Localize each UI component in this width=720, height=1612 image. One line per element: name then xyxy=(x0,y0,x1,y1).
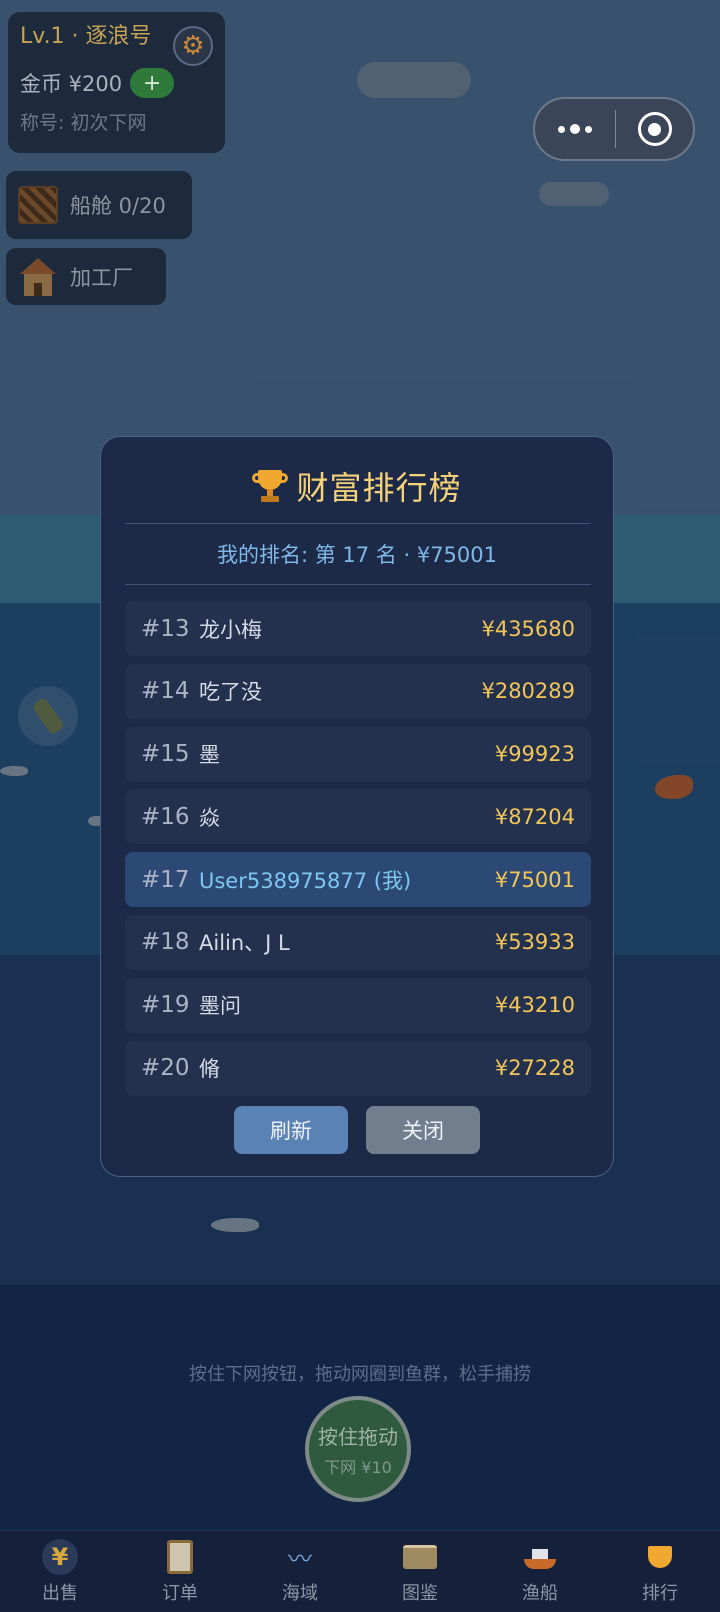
tab-fishing-boat[interactable]: 渔船 xyxy=(480,1531,600,1612)
coins-row: 金币 ¥200 + xyxy=(20,68,213,98)
rank-row: #20 脩 ¥27228 xyxy=(125,1040,591,1096)
cast-net-button[interactable]: 按住拖动 下网 ¥10 xyxy=(305,1396,411,1502)
factory-button[interactable]: 加工厂 xyxy=(6,248,166,305)
rank-list: #13 龙小梅 ¥435680 #14 吃了没 ¥280289 #15 墨 ¥9… xyxy=(125,601,591,1103)
rank-number: #14 xyxy=(141,678,190,705)
player-name: 脩 xyxy=(199,1057,220,1082)
yen-coin-icon: ¥ xyxy=(42,1538,78,1575)
rank-number: #18 xyxy=(141,929,190,956)
cast-button-label: 按住拖动 xyxy=(318,1424,398,1449)
cast-hint: 按住下网按钮，拖动网圈到鱼群，松手捕捞 xyxy=(189,1364,531,1385)
cabin-button[interactable]: 船舱 0/20 xyxy=(6,171,192,239)
player-wealth: ¥75001 xyxy=(494,867,575,892)
divider xyxy=(125,523,591,524)
add-coins-button[interactable]: + xyxy=(130,68,175,98)
tab-ranking[interactable]: 排行 xyxy=(600,1531,720,1612)
player-name: 焱 xyxy=(199,805,220,830)
my-rank-label: 我的排名: 第 17 名 · ¥75001 xyxy=(216,543,497,567)
factory-house-icon xyxy=(18,257,58,296)
player-wealth: ¥53933 xyxy=(494,930,575,955)
player-wealth: ¥280289 xyxy=(481,679,575,704)
tab-label: 图鉴 xyxy=(402,1582,438,1604)
trophy-icon xyxy=(252,468,289,504)
rank-row: #16 焱 ¥87204 xyxy=(125,789,591,845)
my-rank-row: #17 User538975877 (我) ¥75001 xyxy=(125,852,591,908)
rank-number: #20 xyxy=(141,1055,190,1082)
tab-orders[interactable]: 订单 xyxy=(120,1531,240,1612)
tab-sea-area[interactable]: 〰 海域 xyxy=(240,1531,360,1612)
more-options-icon[interactable] xyxy=(535,99,615,159)
wave-icon: 〰 xyxy=(288,1545,312,1573)
player-status-card: Lv.1 · 逐浪号 ⚙ 金币 ¥200 + 称号: 初次下网 xyxy=(8,12,225,153)
player-name: 墨问 xyxy=(199,994,241,1019)
rank-row: #19 墨问 ¥43210 xyxy=(125,977,591,1033)
cast-cost-label: 下网 ¥10 xyxy=(324,1457,392,1477)
boat-icon xyxy=(522,1539,558,1575)
close-button[interactable]: 关闭 xyxy=(366,1106,480,1154)
player-wealth: ¥435680 xyxy=(481,616,575,641)
player-name: Ailin、J L xyxy=(199,931,290,956)
player-wealth: ¥99923 xyxy=(494,742,575,767)
rank-number: #17 xyxy=(141,866,190,893)
tab-label: 渔船 xyxy=(522,1582,558,1604)
tab-label: 排行 xyxy=(642,1582,678,1604)
factory-label: 加工厂 xyxy=(70,265,133,290)
rank-row: #13 龙小梅 ¥435680 xyxy=(125,601,591,656)
leaderboard-header: 财富排行榜 xyxy=(101,463,613,509)
book-icon xyxy=(402,1539,438,1575)
settings-gear-icon[interactable]: ⚙ xyxy=(173,26,213,66)
tab-sell[interactable]: ¥ 出售 xyxy=(0,1531,120,1612)
tab-label: 订单 xyxy=(162,1582,198,1604)
rank-number: #16 xyxy=(141,803,190,830)
bottom-tab-bar: ¥ 出售 订单 〰 海域 图鉴 渔船 排行 xyxy=(0,1530,720,1612)
dialog-actions: 刷新 关闭 xyxy=(101,1106,613,1154)
leaderboard-dialog: 财富排行榜 我的排名: 第 17 名 · ¥75001 #13 龙小梅 ¥435… xyxy=(100,436,614,1177)
rank-number: #15 xyxy=(141,741,190,768)
tab-label: 海域 xyxy=(282,1582,318,1604)
player-wealth: ¥87204 xyxy=(494,804,575,829)
clipboard-icon xyxy=(162,1539,198,1575)
player-wealth: ¥43210 xyxy=(494,993,575,1018)
refresh-button[interactable]: 刷新 xyxy=(234,1106,348,1154)
miniprogram-capsule xyxy=(533,97,695,161)
rank-row: #14 吃了没 ¥280289 xyxy=(125,663,591,719)
tab-catalog[interactable]: 图鉴 xyxy=(360,1531,480,1612)
leaderboard-title: 财富排行榜 xyxy=(296,469,462,507)
rank-row: #18 Ailin、J L ¥53933 xyxy=(125,914,591,970)
coins-label: 金币 ¥200 xyxy=(20,72,123,96)
rank-number: #19 xyxy=(141,992,190,1019)
rank-row: #15 墨 ¥99923 xyxy=(125,726,591,782)
rank-number: #13 xyxy=(141,615,190,642)
crate-icon xyxy=(18,186,58,224)
player-name: 龙小梅 xyxy=(199,617,262,642)
player-wealth: ¥27228 xyxy=(494,1056,575,1081)
cabin-label: 船舱 0/20 xyxy=(70,194,166,218)
player-name: 吃了没 xyxy=(199,680,262,705)
player-name: 墨 xyxy=(199,743,220,768)
player-title-label: 称号: 初次下网 xyxy=(20,112,147,134)
tab-label: 出售 xyxy=(42,1582,78,1604)
trophy-icon xyxy=(642,1539,678,1575)
close-miniprogram-icon[interactable] xyxy=(616,112,693,146)
player-name: User538975877 (我) xyxy=(199,868,412,893)
divider xyxy=(125,584,591,585)
